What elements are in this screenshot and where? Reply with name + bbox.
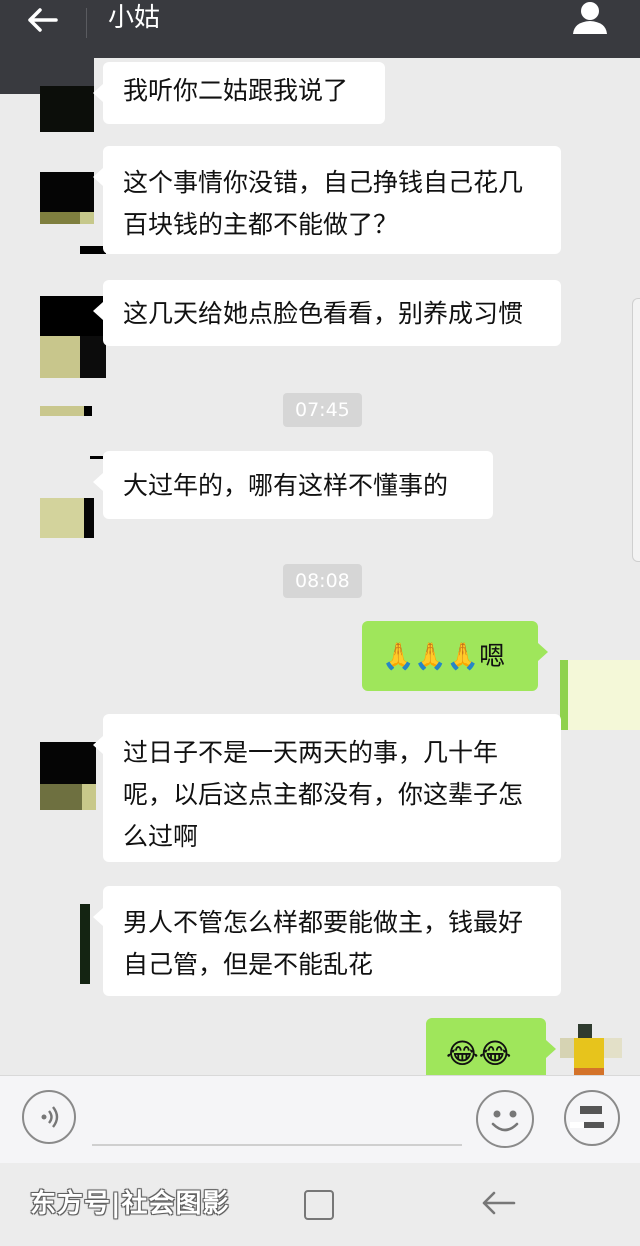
nav-back-icon[interactable] <box>478 1185 518 1221</box>
message-bubble[interactable]: 过日子不是一天两天的事，几十年呢，以后这点主都没有，你这辈子怎么过啊 <box>93 714 561 862</box>
avatar[interactable] <box>40 86 94 134</box>
plus-icon <box>570 1106 604 1128</box>
emoji-icon <box>491 1110 519 1132</box>
message-bubble-sent[interactable]: 🙏🙏🙏嗯 <box>362 621 548 691</box>
back-arrow-icon[interactable] <box>22 4 62 36</box>
chat-title: 小姑 <box>108 3 161 33</box>
system-nav-bar: 东方号|社会图影 <box>0 1163 640 1246</box>
avatar[interactable] <box>40 172 94 224</box>
message-text: 😂😂 <box>446 1037 512 1070</box>
message-text: 大过年的，哪有这样不懂事的 <box>123 471 449 500</box>
message-text: 这几天给她点脸色看看，别养成习惯 <box>123 299 524 328</box>
message-bubble[interactable]: 这个事情你没错，自己挣钱自己花几百块钱的主都不能做了？ <box>93 146 561 254</box>
message-text: 🙏🙏🙏嗯 <box>382 642 506 672</box>
message-bubble[interactable]: 大过年的，哪有这样不懂事的 <box>93 451 493 519</box>
avatar[interactable] <box>40 296 106 378</box>
header-divider <box>86 8 87 38</box>
self-avatar[interactable] <box>560 1024 624 1076</box>
timestamp: 08:08 <box>283 564 362 598</box>
scrollbar[interactable] <box>632 298 640 562</box>
self-avatar-edge <box>560 660 568 730</box>
message-text: 我听你二姑跟我说了 <box>123 76 349 105</box>
avatar-fragment <box>40 406 84 416</box>
message-text: 男人不管怎么样都要能做主，钱最好自己管，但是不能乱花 <box>123 908 524 979</box>
avatar-fragment <box>80 904 90 984</box>
message-bubble[interactable]: 男人不管怎么样都要能做主，钱最好自己管，但是不能乱花 <box>93 886 561 996</box>
avatar-fragment <box>84 406 92 416</box>
self-avatar[interactable] <box>560 660 640 730</box>
timestamp: 07:45 <box>283 393 362 427</box>
plus-button[interactable] <box>564 1090 620 1146</box>
nav-recent-icon[interactable] <box>304 1190 334 1220</box>
message-bubble[interactable]: 我听你二姑跟我说了 <box>93 62 385 124</box>
profile-icon[interactable] <box>568 0 612 36</box>
message-text: 这个事情你没错，自己挣钱自己花几百块钱的主都不能做了？ <box>123 168 524 239</box>
message-bubble[interactable]: 这几天给她点脸色看看，别养成习惯 <box>93 280 561 346</box>
voice-button[interactable] <box>22 1090 76 1144</box>
emoji-button[interactable] <box>476 1090 534 1148</box>
chat-header: 小姑 <box>0 0 640 58</box>
message-text: 过日子不是一天两天的事，几十年呢，以后这点主都没有，你这辈子怎么过啊 <box>123 738 524 851</box>
input-bar <box>0 1075 640 1164</box>
watermark: 东方号|社会图影 <box>30 1189 230 1219</box>
avatar[interactable] <box>40 742 96 810</box>
message-input[interactable] <box>92 1144 462 1146</box>
avatar[interactable] <box>40 498 94 546</box>
voice-icon <box>41 1106 59 1128</box>
